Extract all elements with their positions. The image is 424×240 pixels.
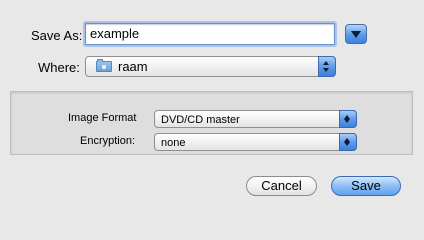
encryption-selected-value: none <box>161 137 186 149</box>
encryption-popup[interactable]: none <box>154 133 357 151</box>
popup-arrows-icon <box>339 110 357 128</box>
image-format-selected-value: DVD/CD master <box>161 114 240 126</box>
where-popup[interactable]: raam <box>85 56 336 77</box>
popup-arrows-icon <box>318 56 336 77</box>
encryption-label: Encryption: <box>80 135 136 147</box>
save-button[interactable]: Save <box>331 176 401 196</box>
image-format-label: Image Format <box>68 112 137 124</box>
cancel-button[interactable]: Cancel <box>246 176 317 196</box>
expand-dialog-button[interactable] <box>345 24 367 44</box>
where-selected-value: raam <box>118 59 148 74</box>
save-as-label: Save As: <box>31 28 83 43</box>
where-label: Where: <box>38 60 80 75</box>
popup-arrows-icon <box>339 133 357 151</box>
chevron-down-icon <box>351 31 361 38</box>
save-as-field[interactable]: example <box>85 23 335 45</box>
folder-icon <box>96 59 112 72</box>
image-format-popup[interactable]: DVD/CD master <box>154 110 357 128</box>
